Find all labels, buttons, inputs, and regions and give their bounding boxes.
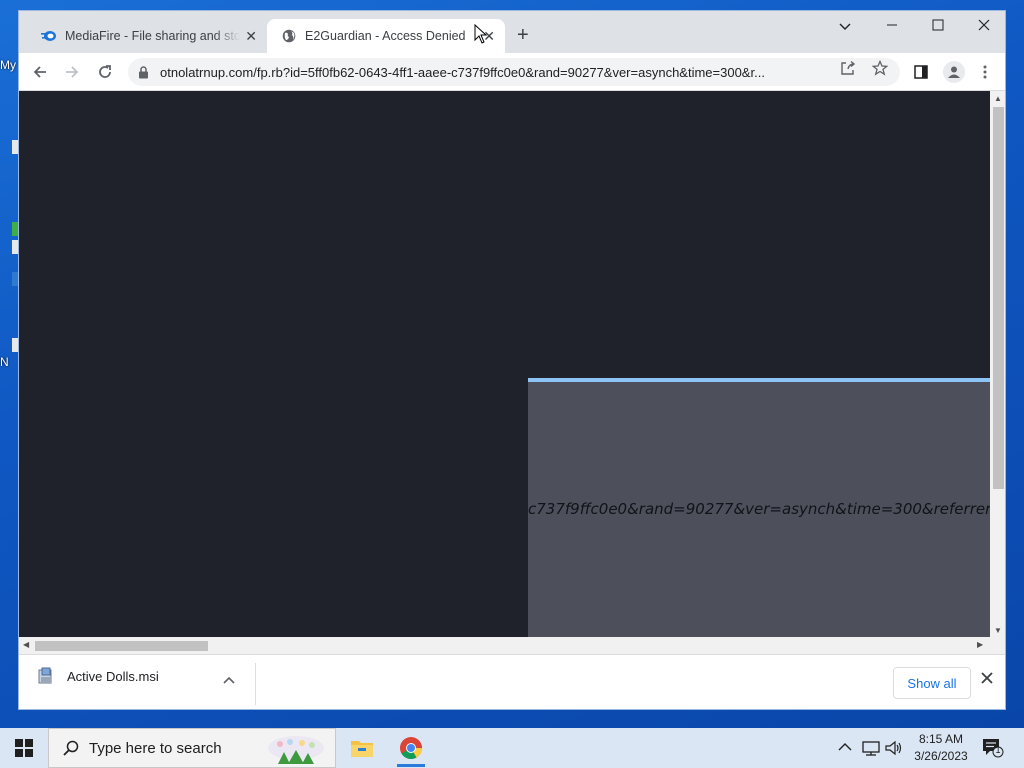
address-bar[interactable]: otnolatrnup.com/fp.rb?id=5ff0fb62-0643-4… xyxy=(128,58,900,86)
folder-icon xyxy=(351,741,373,757)
page-content: c737f9ffc0e0&rand=90277&ver=asynch&time=… xyxy=(19,91,990,637)
download-file-name: Active Dolls.msi xyxy=(67,668,159,684)
url-text: otnolatrnup.com/fp.rb?id=5ff0fb62-0643-4… xyxy=(160,64,765,80)
tab-title: E2Guardian - Access Denied xyxy=(305,29,466,43)
new-tab-button[interactable]: + xyxy=(517,25,529,45)
scrollbar-corner xyxy=(990,637,1005,654)
chrome-taskbar-button[interactable] xyxy=(387,728,435,768)
clock-date: 3/26/2023 xyxy=(914,749,968,763)
browser-toolbar: otnolatrnup.com/fp.rb?id=5ff0fb62-0643-4… xyxy=(19,53,1005,91)
tab-mediafire[interactable]: MediaFire - File sharing and storage ✕ xyxy=(27,19,267,53)
scroll-left-icon[interactable]: ◀ xyxy=(23,640,29,649)
forward-button[interactable] xyxy=(61,61,83,83)
search-icon xyxy=(63,740,79,756)
browser-window: MediaFire - File sharing and storage ✕ E… xyxy=(18,10,1006,710)
notification-count-badge: 1 xyxy=(995,745,1001,755)
file-explorer-taskbar-button[interactable] xyxy=(338,728,386,768)
close-tab-icon[interactable]: ✕ xyxy=(245,28,257,44)
start-button[interactable] xyxy=(0,728,48,768)
maximize-button[interactable] xyxy=(923,16,953,36)
blocked-url-text: c737f9ffc0e0&rand=90277&ver=asynch&time=… xyxy=(528,500,990,518)
mediafire-icon xyxy=(41,28,57,44)
tab-search-button[interactable] xyxy=(830,16,860,36)
desktop-icon-label-n[interactable]: N xyxy=(0,355,9,369)
lock-icon[interactable] xyxy=(138,65,152,79)
vertical-scrollbar[interactable]: ▲ ▼ xyxy=(990,91,1005,637)
volume-icon[interactable] xyxy=(885,740,903,759)
scroll-up-icon[interactable]: ▲ xyxy=(994,94,1002,103)
vertical-scroll-thumb[interactable] xyxy=(993,107,1004,489)
bookmark-star-icon[interactable] xyxy=(872,60,888,76)
mouse-cursor-icon xyxy=(474,23,488,44)
close-window-button[interactable] xyxy=(969,16,999,36)
chevron-up-icon[interactable] xyxy=(223,673,235,687)
download-bar: Active Dolls.msi Show all xyxy=(19,654,1005,709)
horizontal-scroll-thumb[interactable] xyxy=(35,641,208,651)
tab-title: MediaFire - File sharing and storage xyxy=(65,29,240,43)
reload-button[interactable] xyxy=(94,61,116,83)
clock-time: 8:15 AM xyxy=(918,732,964,746)
close-download-bar-icon[interactable] xyxy=(981,671,993,689)
share-icon[interactable] xyxy=(840,60,856,76)
network-icon[interactable] xyxy=(862,740,880,759)
access-denied-panel: c737f9ffc0e0&rand=90277&ver=asynch&time=… xyxy=(528,378,990,637)
profile-avatar[interactable] xyxy=(943,61,965,83)
minimize-button[interactable] xyxy=(877,16,907,36)
globe-icon xyxy=(281,28,297,44)
taskbar: Type here to search 8:15 AM 3/26/2023 1 xyxy=(0,728,1024,768)
divider xyxy=(255,663,256,705)
back-button[interactable] xyxy=(29,61,51,83)
windows-logo-icon xyxy=(15,739,33,757)
menu-kebab-icon[interactable] xyxy=(975,62,995,82)
show-all-button[interactable]: Show all xyxy=(893,667,971,699)
scroll-right-icon[interactable]: ▶ xyxy=(977,640,983,649)
search-placeholder: Type here to search xyxy=(89,739,222,757)
system-clock[interactable]: 8:15 AM 3/26/2023 xyxy=(908,731,974,765)
notification-center-button[interactable]: 1 xyxy=(982,738,1004,758)
tab-e2guardian[interactable]: E2Guardian - Access Denied ✕ xyxy=(267,19,505,53)
chrome-icon xyxy=(400,737,422,759)
installer-file-icon xyxy=(38,667,52,684)
show-hidden-icons-chevron[interactable] xyxy=(838,740,852,755)
tab-strip: MediaFire - File sharing and storage ✕ E… xyxy=(19,11,1005,53)
search-highlight-graphic xyxy=(268,736,324,764)
horizontal-scrollbar[interactable]: ◀ ▶ xyxy=(19,637,990,654)
scroll-down-icon[interactable]: ▼ xyxy=(994,626,1002,635)
download-item[interactable]: Active Dolls.msi xyxy=(37,667,159,685)
side-panel-icon[interactable] xyxy=(911,62,931,82)
desktop-icon-label-my[interactable]: My xyxy=(0,58,16,72)
